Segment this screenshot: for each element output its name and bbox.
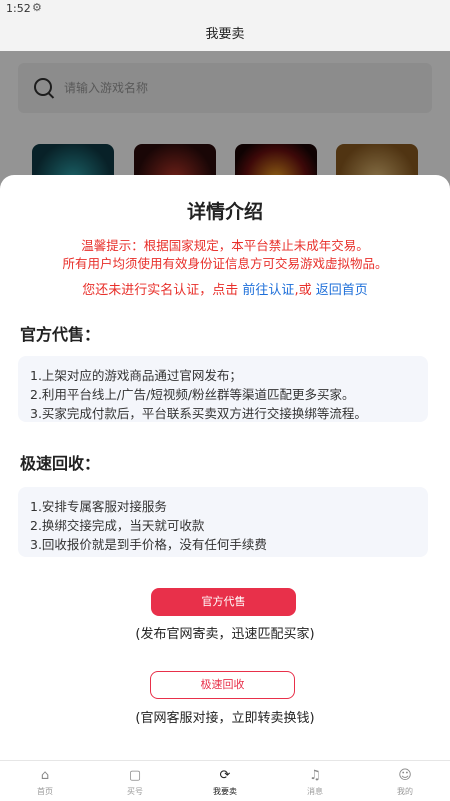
sell-icon: ⟳ <box>219 768 231 783</box>
fast-recycle-heading: 极速回收： <box>20 454 101 473</box>
official-sale-info: 1.上架对应的游戏商品通过官网发布； 2.利用平台线上/广告/短视频/粉丝群等渠… <box>18 356 428 422</box>
modal-title: 详情介绍 <box>186 201 263 223</box>
tab-home[interactable]: ⌂ 首页 <box>0 761 90 801</box>
tab-label: 买号 <box>127 787 143 796</box>
tab-label: 首页 <box>37 787 53 796</box>
verify-notice: 您还未进行实名认证，点击 前往认证,或 返回首页 <box>0 279 450 298</box>
profile-icon: ☺ <box>398 768 412 783</box>
list-item: 1.安排专属客服对接服务 <box>30 499 167 514</box>
tab-label: 消息 <box>307 787 323 796</box>
tab-buy[interactable]: ▢ 买号 <box>90 761 180 801</box>
nav-bar: 我要卖 <box>0 18 450 51</box>
official-sale-caption: (发布官网寄卖，迅速匹配买家) <box>135 627 315 642</box>
detail-modal: 详情介绍 温馨提示：根据国家规定，本平台禁止未成年交易。 所有用户均须使用有效身… <box>0 175 450 760</box>
go-verify-link[interactable]: 前往认证 <box>242 283 294 298</box>
tab-mine[interactable]: ☺ 我的 <box>360 761 450 801</box>
page-title: 我要卖 <box>205 27 245 42</box>
official-sale-heading: 官方代售： <box>20 325 101 344</box>
fast-recycle-caption: (官网客服对接，立即转卖换钱) <box>135 711 315 726</box>
official-sale-button[interactable]: 官方代售 <box>151 588 296 616</box>
tab-label: 我的 <box>397 787 413 796</box>
verify-prefix: 您还未进行实名认证，点击 <box>82 283 239 298</box>
fast-recycle-info: 1.安排专属客服对接服务 2.换绑交接完成，当天就可收款 3.回收报价就是到手价… <box>18 487 428 557</box>
tab-label: 我要卖 <box>213 787 237 796</box>
back-home-link[interactable]: 返回首页 <box>316 283 368 298</box>
bell-icon: ♫ <box>309 768 321 783</box>
list-item: 3.买家完成付款后，平台联系买卖双方进行交接换绑等流程。 <box>30 406 367 421</box>
verify-or: ,或 <box>294 283 312 298</box>
home-icon: ⌂ <box>40 768 50 783</box>
tab-messages[interactable]: ♫ 消息 <box>270 761 360 801</box>
tab-sell[interactable]: ⟳ 我要卖 <box>180 761 270 801</box>
list-item: 2.换绑交接完成，当天就可收款 <box>30 518 205 533</box>
bag-icon: ▢ <box>128 768 142 783</box>
gear-icon: ⚙ <box>32 1 42 14</box>
status-time: 1:52 <box>6 2 31 15</box>
bottom-tab-bar: ⌂ 首页 ▢ 买号 ⟳ 我要卖 ♫ 消息 ☺ 我的 <box>0 760 450 801</box>
list-item: 3.回收报价就是到手价格，没有任何手续费 <box>30 537 267 552</box>
notice-line-1: 温馨提示：根据国家规定，本平台禁止未成年交易。 <box>81 238 369 253</box>
notice-line-2: 所有用户均须使用有效身份证信息方可交易游戏虚拟物品。 <box>62 256 388 271</box>
list-item: 1.上架对应的游戏商品通过官网发布； <box>30 368 242 383</box>
status-bar: 1:52 ⚙ <box>0 0 450 18</box>
fast-recycle-button[interactable]: 极速回收 <box>150 671 295 699</box>
list-item: 2.利用平台线上/广告/短视频/粉丝群等渠道匹配更多买家。 <box>30 387 355 402</box>
